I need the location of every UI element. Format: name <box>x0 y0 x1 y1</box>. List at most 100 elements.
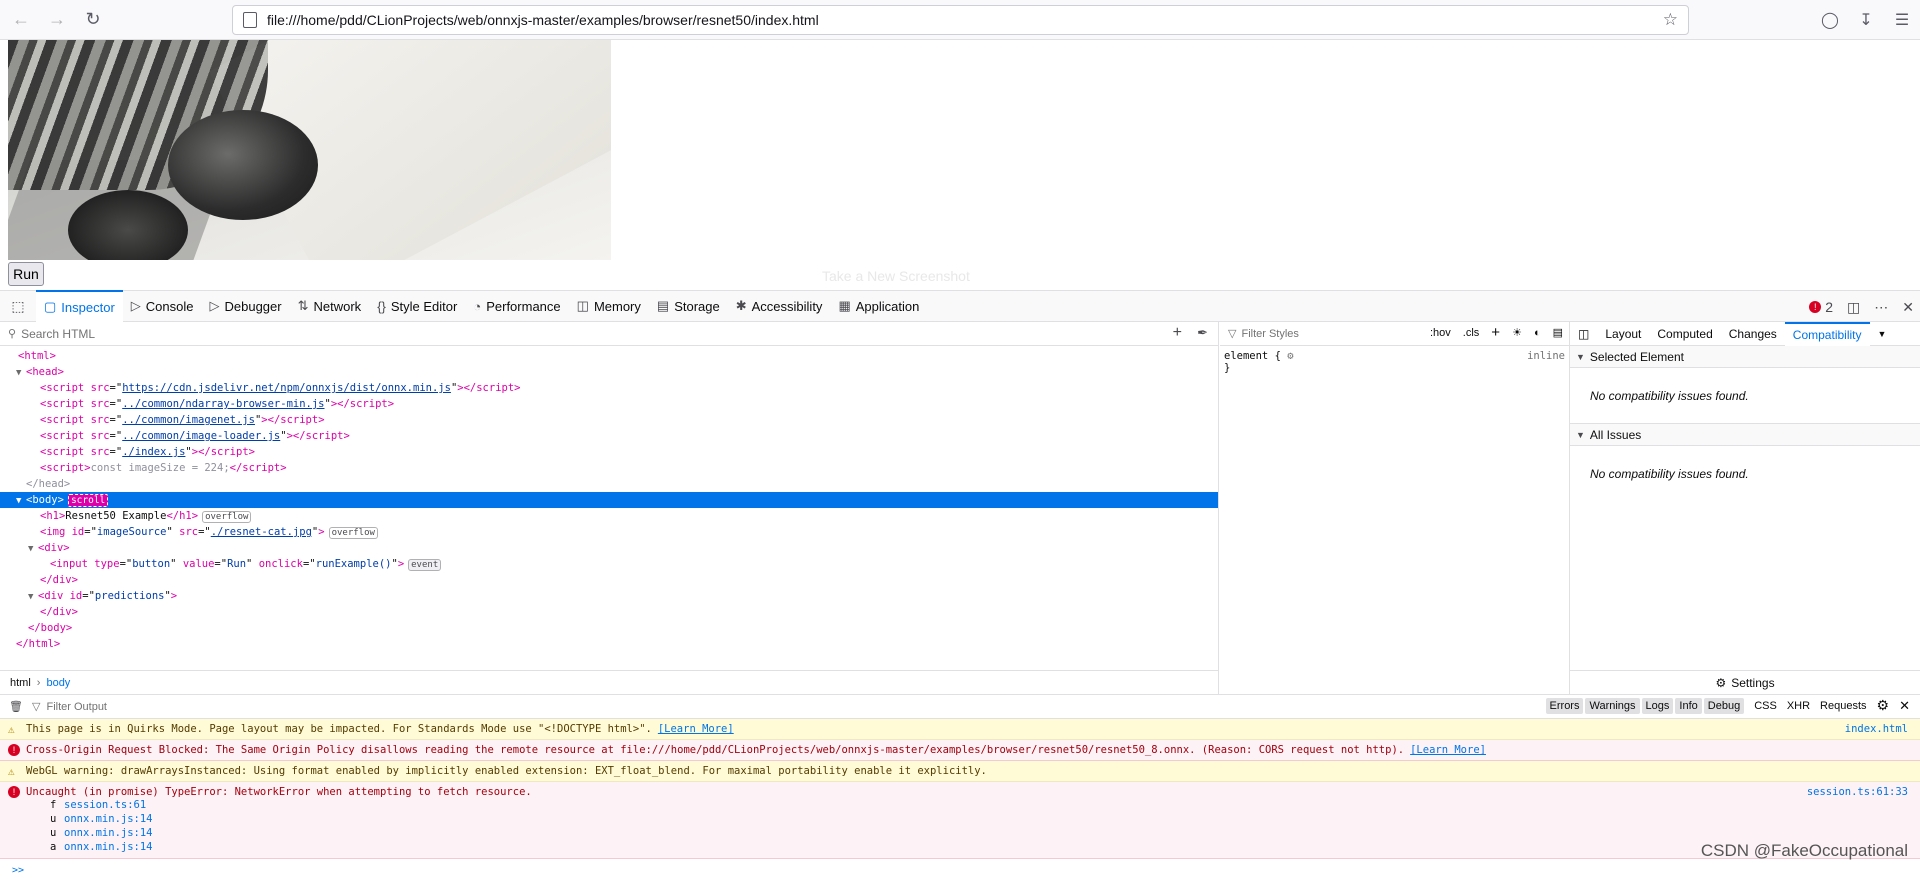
filter-xhr[interactable]: XHR <box>1787 700 1810 712</box>
scroll-badge[interactable]: scroll <box>67 494 109 507</box>
gear-icon[interactable]: ⚙ <box>1877 697 1890 714</box>
url-text[interactable]: file:///home/pdd/CLionProjects/web/onnxj… <box>267 12 819 28</box>
tree-line[interactable]: </html> <box>0 636 1218 652</box>
tab-performance[interactable]: ◔ Performance <box>465 290 568 322</box>
tree-line[interactable]: </body> <box>0 620 1218 636</box>
reload-icon[interactable]: ↻ <box>78 5 108 35</box>
overflow-badge[interactable]: overflow <box>328 527 378 539</box>
dark-scheme-icon[interactable]: ◐ <box>1534 327 1541 339</box>
tree-line[interactable]: <h1>Resnet50 Example</h1> overflow <box>0 508 1218 524</box>
stack-frame[interactable]: u onnx.min.js:14 <box>50 812 1910 826</box>
error-count-badge[interactable]: ! 2 <box>1809 299 1833 315</box>
dock-icon[interactable]: ◫ <box>1847 299 1860 316</box>
filter-info[interactable]: Info <box>1675 697 1702 714</box>
tree-line[interactable]: </head> <box>0 476 1218 492</box>
script-src-link[interactable]: ./index.js <box>122 446 185 458</box>
filter-debug[interactable]: Debug <box>1703 697 1745 714</box>
print-media-icon[interactable]: ▤ <box>1553 326 1563 339</box>
chevron-down-icon[interactable]: ▼ <box>1870 322 1895 346</box>
collapse-icon[interactable]: ▼ <box>16 365 26 381</box>
breadcrumb-html[interactable]: html <box>10 677 31 689</box>
filter-logs[interactable]: Logs <box>1641 697 1674 714</box>
filter-css[interactable]: CSS <box>1754 700 1777 712</box>
event-badge[interactable]: event <box>408 559 442 571</box>
tree-line[interactable]: <script src="../common/image-loader.js">… <box>0 428 1218 444</box>
collapse-icon[interactable]: ▼ <box>16 493 26 509</box>
hov-toggle[interactable]: :hov <box>1430 327 1451 339</box>
tree-line[interactable]: <html> <box>0 348 1218 364</box>
frame-file[interactable]: onnx.min.js:14 <box>64 813 153 825</box>
frame-file[interactable]: onnx.min.js:14 <box>64 841 153 853</box>
message-location[interactable]: index.html <box>1845 723 1908 735</box>
menu-icon[interactable]: ☰ <box>1884 10 1920 30</box>
stack-frame[interactable]: u onnx.min.js:14 <box>50 826 1910 840</box>
frame-file[interactable]: session.ts:61 <box>64 799 146 811</box>
console-input[interactable]: >> <box>0 865 1920 879</box>
tab-compatibility[interactable]: Compatibility <box>1784 321 1870 346</box>
frame-file[interactable]: onnx.min.js:14 <box>64 827 153 839</box>
filter-styles[interactable]: ▽ Filter Styles :hov .cls + ☀ ◐ ▤ <box>1220 322 1569 346</box>
breadcrumb-body[interactable]: body <box>46 677 70 689</box>
script-src-link[interactable]: https://cdn.jsdelivr.net/npm/onnxjs/dist… <box>122 382 451 394</box>
pocket-icon[interactable]: ◯ <box>1812 10 1848 30</box>
message-location[interactable]: session.ts:61:33 <box>1807 786 1908 798</box>
tree-line[interactable]: <script src="../common/ndarray-browser-m… <box>0 396 1218 412</box>
more-icon[interactable]: ⋯ <box>1874 299 1888 316</box>
tree-line[interactable]: <script src="https://cdn.jsdelivr.net/np… <box>0 380 1218 396</box>
bookmark-star-icon[interactable]: ☆ <box>1663 10 1678 30</box>
add-node-icon[interactable]: + <box>1173 324 1182 342</box>
tab-style-editor[interactable]: {} Style Editor <box>369 290 465 322</box>
tab-application[interactable]: ▦ Application <box>830 290 927 322</box>
tree-line-selected-body[interactable]: ▼ <body> scroll <box>0 492 1218 508</box>
script-src-link[interactable]: ../common/ndarray-browser-min.js <box>122 398 324 410</box>
tree-line[interactable]: ▼ <div id="predictions"> <box>0 588 1218 604</box>
close-icon[interactable]: ✕ <box>1899 698 1910 714</box>
script-src-link[interactable]: ../common/image-loader.js <box>122 430 280 442</box>
settings-button[interactable]: ⚙ Settings <box>1570 670 1920 694</box>
learn-more-link[interactable]: [Learn More] <box>658 723 734 735</box>
tree-line[interactable]: <script src="./index.js"></script> <box>0 444 1218 460</box>
script-src-link[interactable]: ../common/imagenet.js <box>122 414 255 426</box>
search-html[interactable]: ⚲ Search HTML + ✒ <box>0 322 1218 346</box>
filter-errors[interactable]: Errors <box>1545 697 1584 714</box>
close-devtools-icon[interactable]: ✕ <box>1902 299 1914 316</box>
tab-computed[interactable]: Computed <box>1649 322 1720 346</box>
filter-warnings[interactable]: Warnings <box>1585 697 1640 714</box>
tab-network[interactable]: ⇅ Network <box>290 290 370 322</box>
tree-line[interactable]: </div> <box>0 604 1218 620</box>
trash-icon[interactable]: 🗑 <box>0 700 32 713</box>
tab-memory[interactable]: ◫ Memory <box>569 290 649 322</box>
stack-frame[interactable]: f session.ts:61 <box>50 798 1910 812</box>
tab-layout[interactable]: Layout <box>1597 322 1649 346</box>
tree-line[interactable]: ▼ <div> <box>0 540 1218 556</box>
tab-console[interactable]: ▷ Console <box>123 290 202 322</box>
tab-debugger[interactable]: ▷ Debugger <box>201 290 289 322</box>
tree-line[interactable]: <input type="button" value="Run" onclick… <box>0 556 1218 572</box>
tree-line[interactable]: <script src="../common/imagenet.js"></sc… <box>0 412 1218 428</box>
sidebar-toggle-icon[interactable]: ◫ <box>1570 322 1597 346</box>
tab-accessibility[interactable]: ✱ Accessibility <box>728 290 831 322</box>
tree-line[interactable]: <script>const imageSize = 224;</script> <box>0 460 1218 476</box>
light-scheme-icon[interactable]: ☀ <box>1512 326 1522 339</box>
overflow-badge[interactable]: overflow <box>202 511 252 523</box>
tab-inspector[interactable]: ▢ Inspector <box>36 290 123 322</box>
tree-line[interactable]: <img id="imageSource" src="./resnet-cat.… <box>0 524 1218 540</box>
stack-frame[interactable]: a onnx.min.js:14 <box>50 840 1910 854</box>
element-picker-icon[interactable]: ⬚ <box>0 290 36 322</box>
collapse-icon[interactable]: ▼ <box>28 541 38 557</box>
collapse-icon[interactable]: ▼ <box>28 589 38 605</box>
all-issues-header[interactable]: ▼ All Issues <box>1570 424 1920 446</box>
cls-toggle[interactable]: .cls <box>1463 327 1480 339</box>
add-rule-icon[interactable]: + <box>1491 324 1500 341</box>
selected-element-header[interactable]: ▼ Selected Element <box>1570 346 1920 368</box>
learn-more-link[interactable]: [Learn More] <box>1410 744 1486 756</box>
tab-changes[interactable]: Changes <box>1721 322 1785 346</box>
url-bar[interactable]: file:///home/pdd/CLionProjects/web/onnxj… <box>232 5 1689 35</box>
eyedropper-icon[interactable]: ✒ <box>1197 325 1208 341</box>
tree-line[interactable]: </div> <box>0 572 1218 588</box>
gear-icon[interactable]: ⚙ <box>1287 350 1293 362</box>
filter-requests[interactable]: Requests <box>1820 700 1866 712</box>
tab-storage[interactable]: ▤ Storage <box>649 290 728 322</box>
back-arrow-icon[interactable]: ← <box>6 5 36 35</box>
element-rule[interactable]: element { ⚙ } inline <box>1220 346 1569 378</box>
